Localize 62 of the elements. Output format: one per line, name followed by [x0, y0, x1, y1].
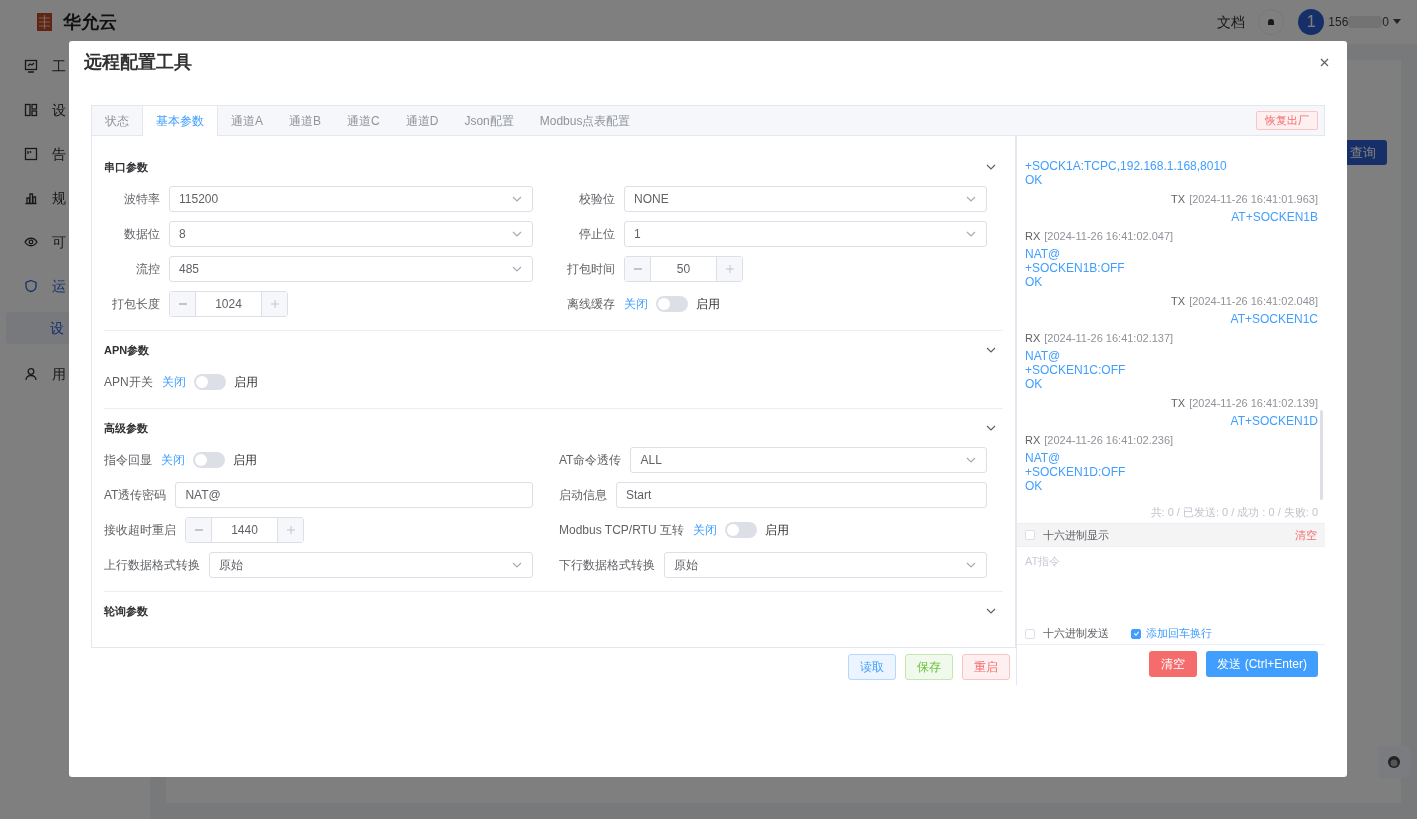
- log-line: OK: [1025, 173, 1043, 187]
- section-title: 串口参数: [104, 159, 148, 175]
- checkbox-label: 十六进制显示: [1043, 527, 1109, 543]
- section-title: 高级参数: [104, 420, 148, 436]
- timestamp: [2024-11-26 16:41:01.963]: [1189, 191, 1318, 207]
- direction-label: RX: [1025, 228, 1041, 244]
- log-line: NAT@: [1025, 349, 1061, 363]
- field-label: 下行数据格式转换: [559, 557, 656, 574]
- checkbox-label: 十六进制发送: [1043, 626, 1109, 642]
- field-label: 离线缓存: [566, 296, 616, 313]
- direction-label: TX: [1171, 293, 1186, 309]
- log-line: NAT@: [1025, 451, 1061, 465]
- off-label: 关闭: [692, 522, 717, 539]
- log-line: +SOCK1A:TCPC,192.168.1.168,8010: [1025, 159, 1227, 173]
- log-line: +SOCKEN1D:OFF: [1025, 465, 1126, 479]
- timestamp: [2024-11-26 16:41:02.139]: [1189, 395, 1318, 411]
- log-line: OK: [1025, 275, 1043, 289]
- section-title: APN参数: [104, 342, 150, 358]
- field-label: 打包时间: [566, 261, 616, 278]
- field-label: 接收超时重启: [104, 522, 177, 539]
- log-line: AT+SOCKEN1B: [1231, 210, 1318, 224]
- direction-label: TX: [1171, 395, 1186, 411]
- timestamp: [2024-11-26 16:41:02.137]: [1044, 330, 1174, 346]
- section-title: 轮询参数: [104, 603, 148, 619]
- field-label: 启动信息: [559, 487, 608, 504]
- field-label: 上行数据格式转换: [104, 557, 201, 574]
- field-label: APN开关: [104, 374, 154, 391]
- on-label: 启用: [696, 296, 720, 313]
- log-line: AT+SOCKEN1C: [1230, 312, 1318, 326]
- log-line: NAT@: [1025, 247, 1061, 261]
- direction-label: RX: [1025, 330, 1041, 346]
- direction-label: RX: [1025, 432, 1041, 448]
- on-label: 启用: [233, 452, 257, 469]
- field-label: AT命令透传: [559, 452, 623, 469]
- user-name: 0: [1382, 14, 1389, 31]
- field-label: 数据位: [123, 226, 161, 243]
- checkbox-label: 添加回车换行: [1146, 626, 1212, 642]
- log-line: +SOCKEN1C:OFF: [1025, 363, 1126, 377]
- dialog-title: 远程配置工具: [84, 50, 192, 74]
- direction-label: TX: [1171, 191, 1186, 207]
- field-label: 指令回显: [104, 452, 153, 469]
- log-line: AT+SOCKEN1D: [1230, 414, 1318, 428]
- field-label: 停止位: [578, 226, 616, 243]
- logo-text: 华允云: [63, 10, 117, 34]
- log-line: OK: [1025, 479, 1043, 493]
- field-label: 波特率: [123, 191, 161, 208]
- field-label: 流控: [135, 261, 161, 278]
- log-line: OK: [1025, 377, 1043, 391]
- timestamp: [2024-11-26 16:41:02.236]: [1044, 432, 1174, 448]
- timestamp: [2024-11-26 16:41:02.047]: [1044, 228, 1174, 244]
- user-name: 156: [1328, 14, 1349, 31]
- field-label: 打包长度: [111, 296, 161, 313]
- field-label: Modbus TCP/RTU 互转: [559, 522, 685, 539]
- field-label: 校验位: [578, 191, 616, 208]
- log-line: +SOCKEN1B:OFF: [1025, 261, 1125, 275]
- timestamp: [2024-11-26 16:41:02.048]: [1189, 293, 1318, 309]
- off-label: 关闭: [161, 374, 186, 391]
- off-label: 关闭: [161, 452, 185, 469]
- off-label: 关闭: [624, 296, 648, 313]
- on-label: 启用: [233, 374, 258, 391]
- on-label: 启用: [764, 522, 789, 539]
- field-label: AT透传密码: [104, 487, 168, 504]
